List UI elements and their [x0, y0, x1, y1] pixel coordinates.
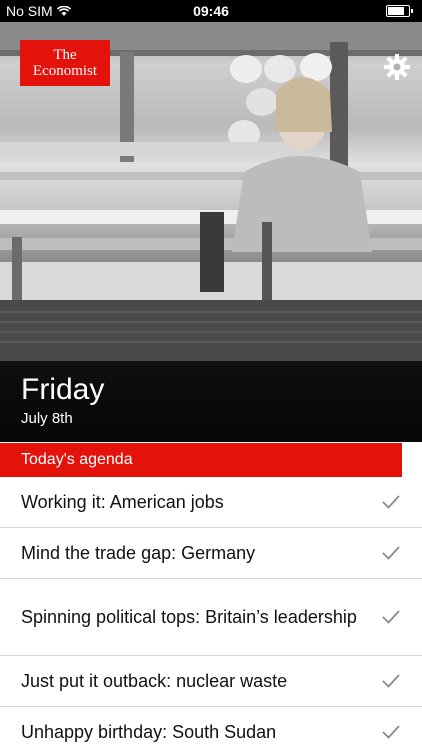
check-icon	[382, 546, 400, 560]
agenda-item[interactable]: Spinning political tops: Britain’s leade…	[0, 579, 422, 656]
agenda-header: Today's agenda	[0, 443, 402, 477]
hero-image: The Economist Friday July 8th	[0, 22, 422, 442]
check-icon	[382, 495, 400, 509]
day-label: Friday	[21, 373, 105, 406]
agenda-item[interactable]: Mind the trade gap: Germany	[0, 528, 422, 579]
battery-icon	[386, 5, 413, 17]
agenda-item-label: Working it: American jobs	[21, 492, 224, 512]
agenda-item[interactable]: Unhappy birthday: South Sudan	[0, 707, 422, 750]
date-label: July 8th	[21, 410, 73, 427]
status-bar: No SIM 09:46	[0, 0, 422, 22]
agenda-item-label: Unhappy birthday: South Sudan	[21, 721, 277, 742]
logo-line-2: Economist	[32, 63, 98, 79]
check-icon	[382, 674, 400, 688]
gear-icon[interactable]	[384, 54, 410, 80]
check-icon	[382, 724, 400, 739]
clock: 09:46	[193, 3, 229, 19]
agenda-item-label: Just put it outback: nuclear waste	[21, 671, 288, 691]
agenda-list: Working it: American jobs Mind the trade…	[0, 477, 422, 750]
agenda-item-label: Spinning political tops: Britain’s leade…	[21, 607, 357, 627]
economist-logo[interactable]: The Economist	[20, 40, 110, 86]
logo-line-1: The	[53, 47, 77, 63]
agenda-item[interactable]: Working it: American jobs	[0, 477, 422, 528]
agenda-item-label: Mind the trade gap: Germany	[21, 543, 256, 563]
date-band: Friday July 8th	[0, 361, 422, 442]
agenda-item[interactable]: Just put it outback: nuclear waste	[0, 656, 422, 707]
check-icon	[382, 610, 400, 624]
